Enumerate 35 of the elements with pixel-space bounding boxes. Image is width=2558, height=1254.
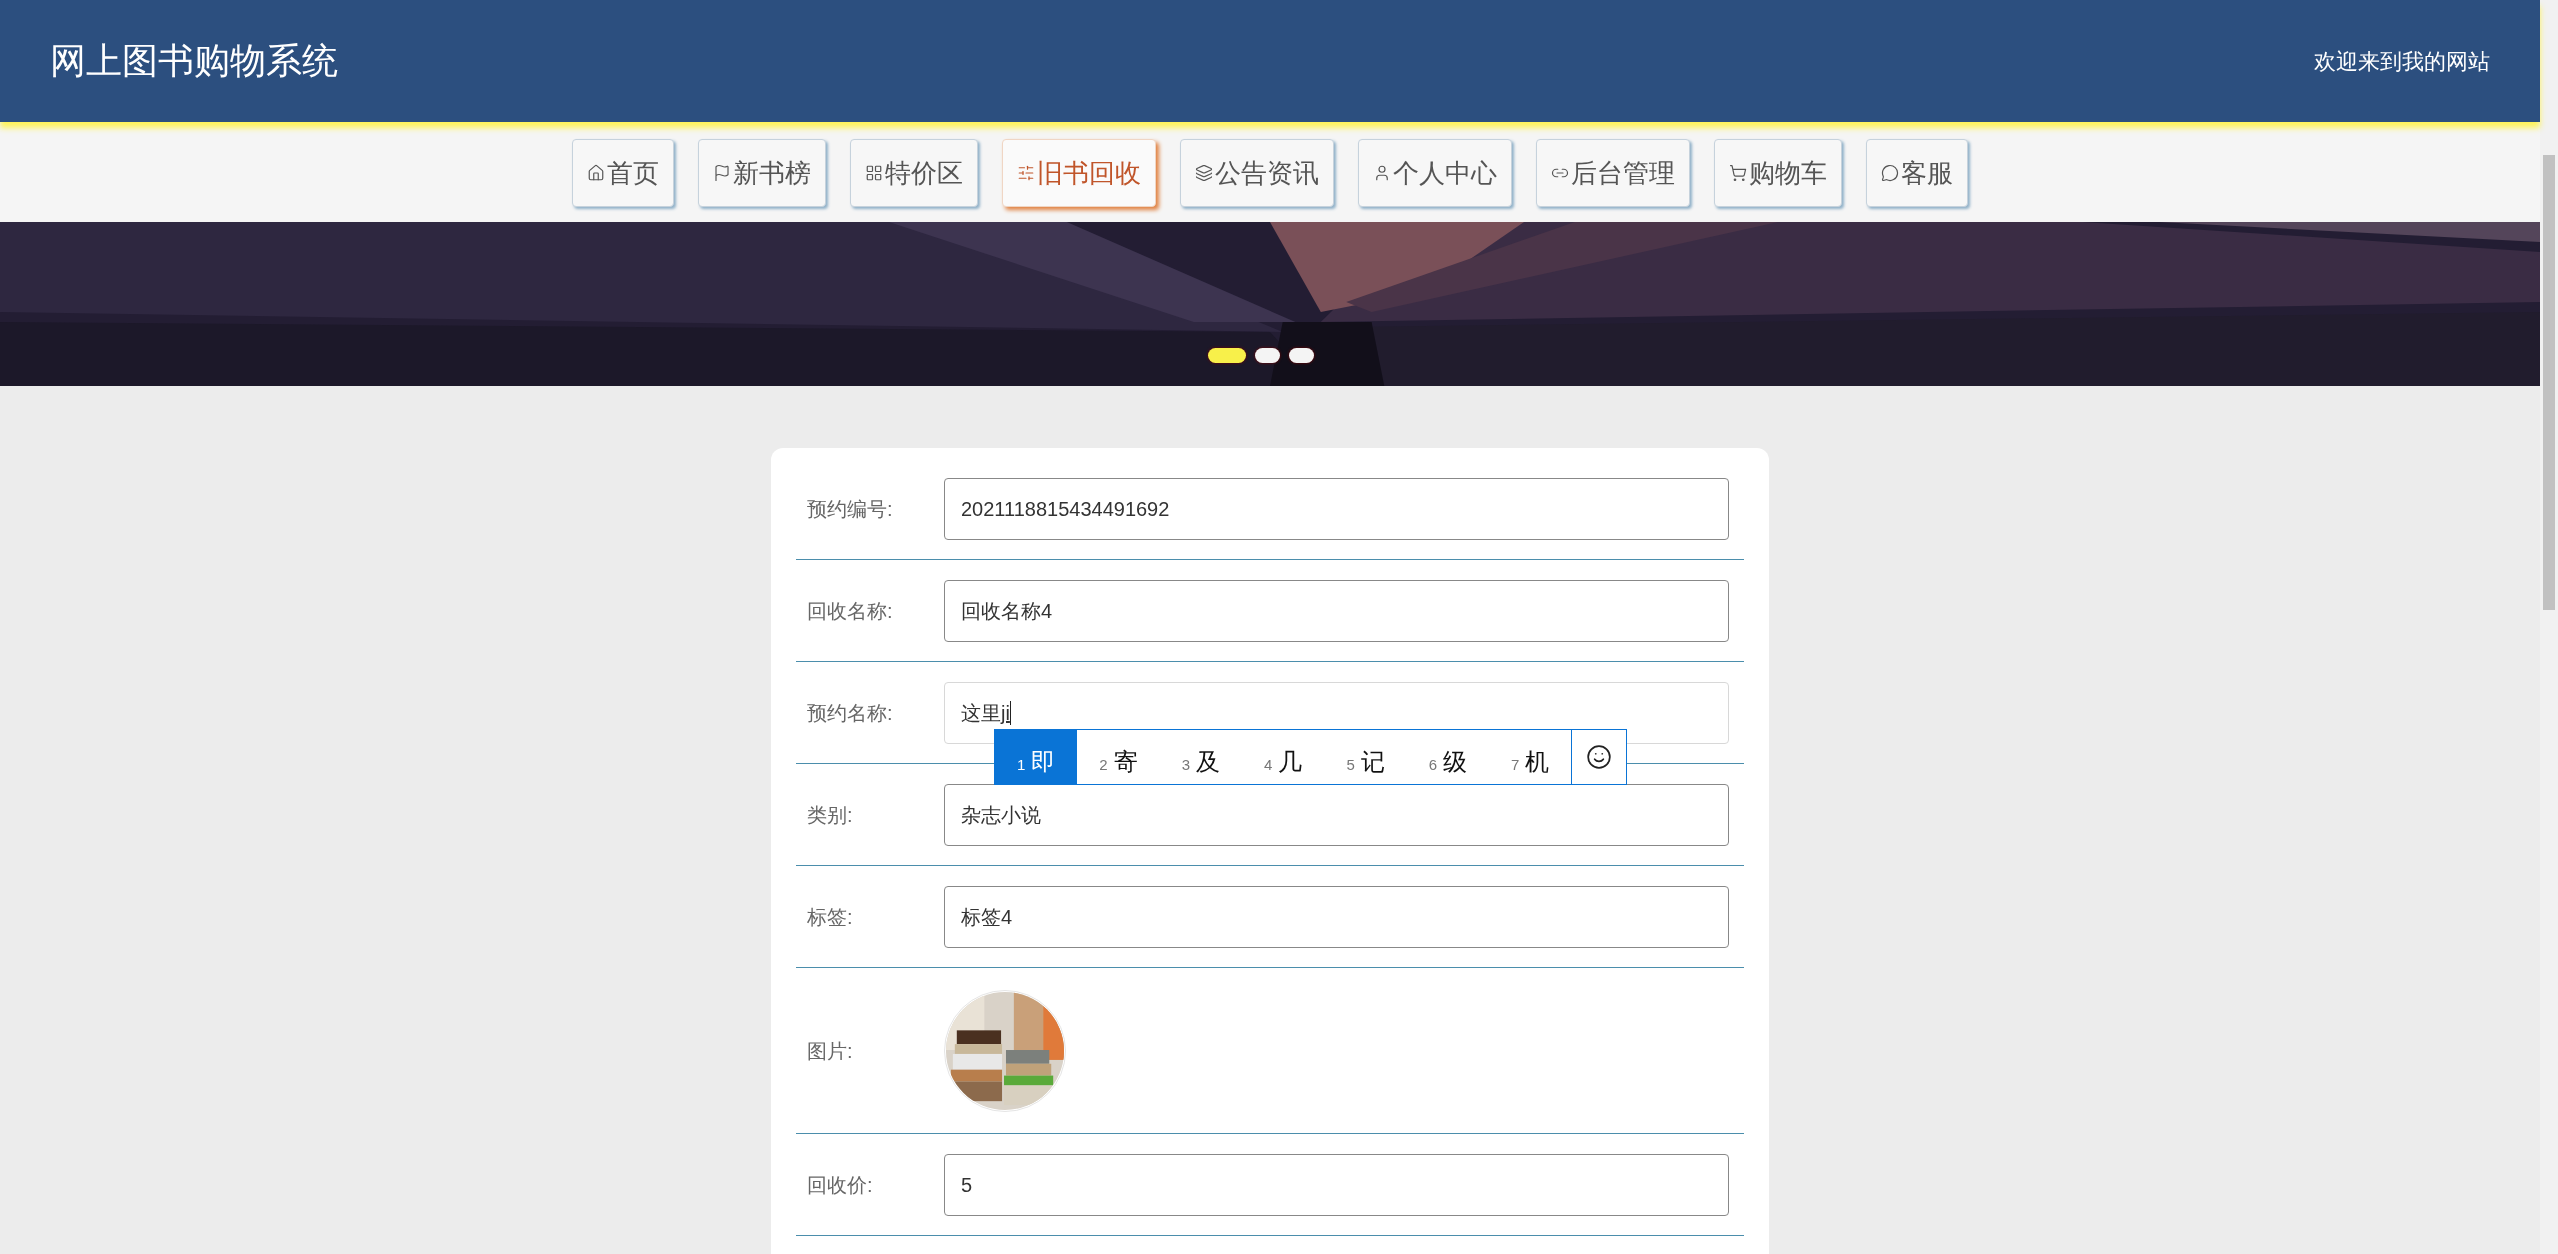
smiley-icon <box>1586 743 1613 770</box>
nav-button[interactable]: 旧书回收 <box>1002 139 1156 207</box>
grid-icon <box>865 164 883 182</box>
layers-icon <box>1195 164 1213 182</box>
nav-button[interactable]: 特价区 <box>850 139 978 207</box>
nav-button[interactable]: 购物车 <box>1714 139 1842 207</box>
input-field[interactable]: 5 <box>944 1153 1729 1216</box>
scrollbar-thumb[interactable] <box>2543 155 2555 610</box>
chat-bubble-icon <box>1881 164 1899 182</box>
user-icon <box>1373 164 1391 182</box>
cart-icon <box>1729 164 1747 182</box>
field-label: 图片: <box>807 1038 854 1064</box>
nav-button[interactable]: 首页 <box>572 139 674 207</box>
input-field[interactable]: 杂志小说 <box>944 783 1729 846</box>
nav-button[interactable]: 个人中心 <box>1358 139 1512 207</box>
nav-button[interactable]: 新书榜 <box>698 139 826 207</box>
input-field[interactable]: 标签4 <box>944 885 1729 948</box>
welcome-text: 欢迎来到我的网站 <box>2314 47 2490 76</box>
field-label: 标签: <box>807 904 854 930</box>
slide-indicator[interactable] <box>1208 348 1246 363</box>
input-field[interactable]: 回收名称4 <box>944 579 1729 642</box>
input-field[interactable]: 2021118815434491692 <box>944 477 1729 540</box>
field-label: 预约编号: <box>807 496 894 522</box>
nav-button[interactable]: 后台管理 <box>1536 139 1690 207</box>
flag-icon <box>713 164 731 182</box>
field-label: 回收价: <box>807 1172 874 1198</box>
field-label: 回收名称: <box>807 598 894 624</box>
sliders-icon <box>1017 164 1035 182</box>
site-title: 网上图书购物系统 <box>50 39 338 83</box>
candidate-item[interactable]: 1 即 <box>995 729 1078 784</box>
nav-button[interactable]: 客服 <box>1866 139 1968 207</box>
nav-button[interactable]: 公告资讯 <box>1180 139 1334 207</box>
field-label: 类别: <box>807 802 854 828</box>
field-label: 预约名称: <box>807 700 894 726</box>
home-icon <box>587 164 605 182</box>
